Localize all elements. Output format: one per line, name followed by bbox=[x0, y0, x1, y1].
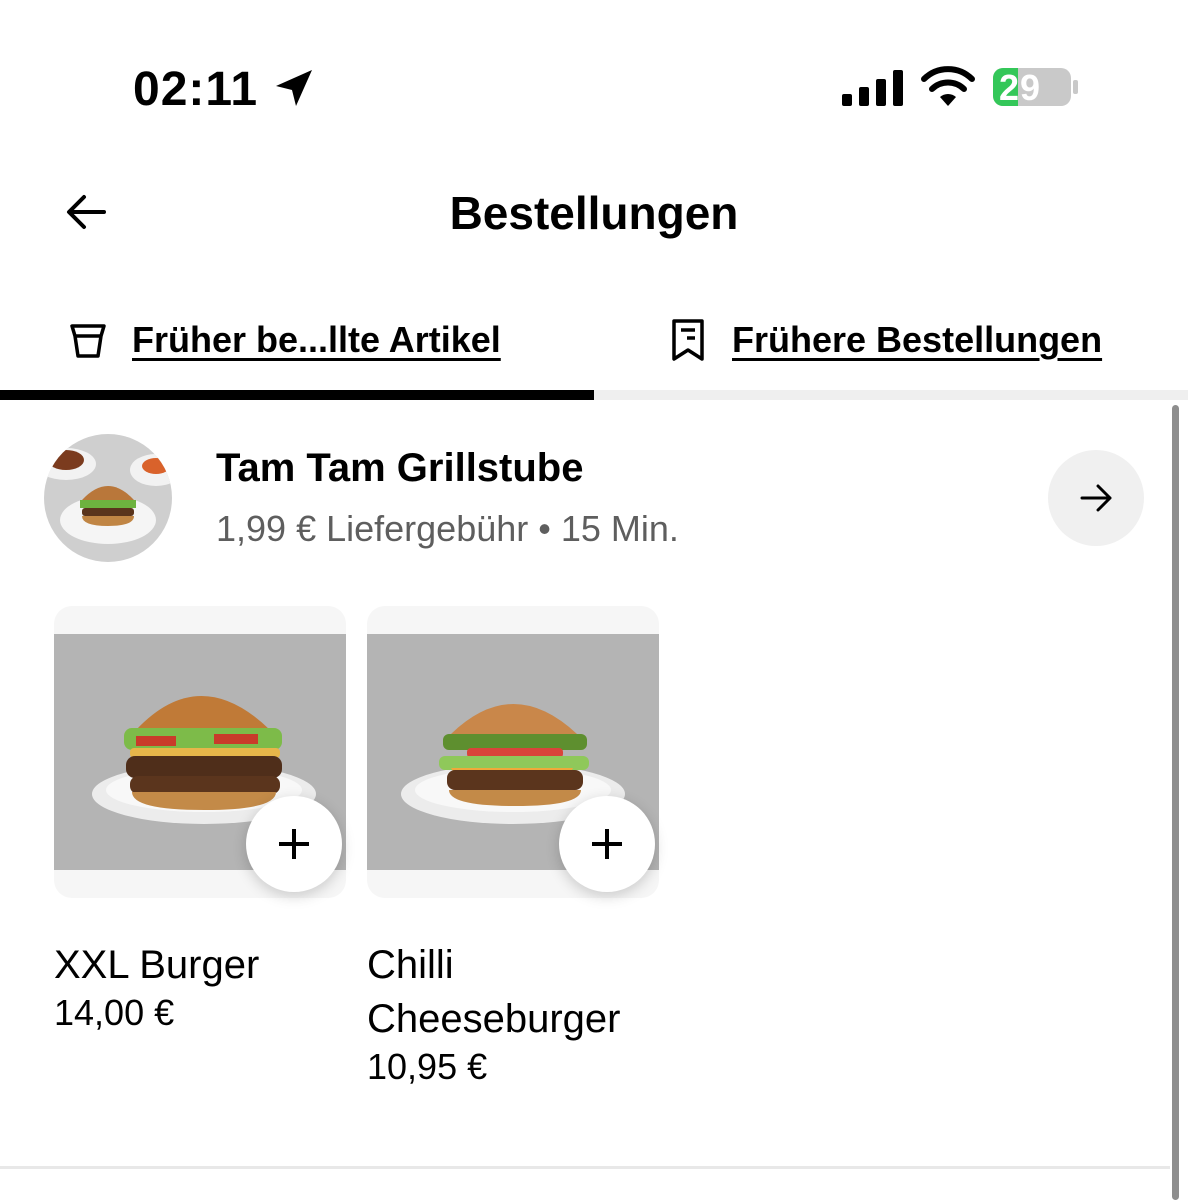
tab-previously-ordered-items[interactable]: Früher be...llte Artikel bbox=[64, 300, 501, 380]
cellular-signal-icon bbox=[842, 70, 903, 106]
location-arrow-icon bbox=[276, 70, 312, 106]
bag-icon bbox=[70, 324, 106, 358]
tab-label: Früher be...llte Artikel bbox=[132, 319, 501, 360]
wifi-icon bbox=[921, 66, 975, 106]
plus-icon bbox=[592, 829, 622, 859]
item-name: Chilli Cheeseburger bbox=[367, 943, 621, 1041]
menu-item-card[interactable]: XXL Burger 14,00 € bbox=[54, 606, 346, 1034]
receipt-icon bbox=[672, 319, 704, 361]
menu-item-card[interactable]: Chilli Cheeseburger 10,95 € bbox=[367, 606, 659, 1088]
arrow-right-icon bbox=[1080, 484, 1112, 512]
add-item-button[interactable] bbox=[559, 796, 655, 892]
add-item-button[interactable] bbox=[246, 796, 342, 892]
item-price: 14,00 € bbox=[54, 992, 175, 1033]
store-avatar[interactable] bbox=[44, 434, 172, 562]
item-image-container bbox=[54, 606, 346, 898]
tab-previous-orders[interactable]: Frühere Bestellungen bbox=[664, 300, 1102, 380]
tab-label: Frühere Bestellungen bbox=[732, 319, 1103, 360]
page-title: Bestellungen bbox=[449, 187, 739, 239]
plus-icon bbox=[279, 829, 309, 859]
status-time: 02:11 bbox=[133, 63, 259, 116]
item-image-container bbox=[367, 606, 659, 898]
active-tab-indicator bbox=[0, 390, 594, 400]
item-price: 10,95 € bbox=[367, 1046, 488, 1087]
store-delivery-info: 1,99 € Liefergebühr • 15 Min. bbox=[216, 508, 679, 549]
item-name: XXL Burger bbox=[54, 943, 260, 987]
battery-level: 29 bbox=[999, 67, 1042, 108]
scrollbar[interactable] bbox=[1172, 405, 1179, 1200]
section-divider bbox=[0, 1166, 1170, 1169]
store-name[interactable]: Tam Tam Grillstube bbox=[216, 446, 583, 491]
store-open-button[interactable] bbox=[1048, 450, 1144, 546]
